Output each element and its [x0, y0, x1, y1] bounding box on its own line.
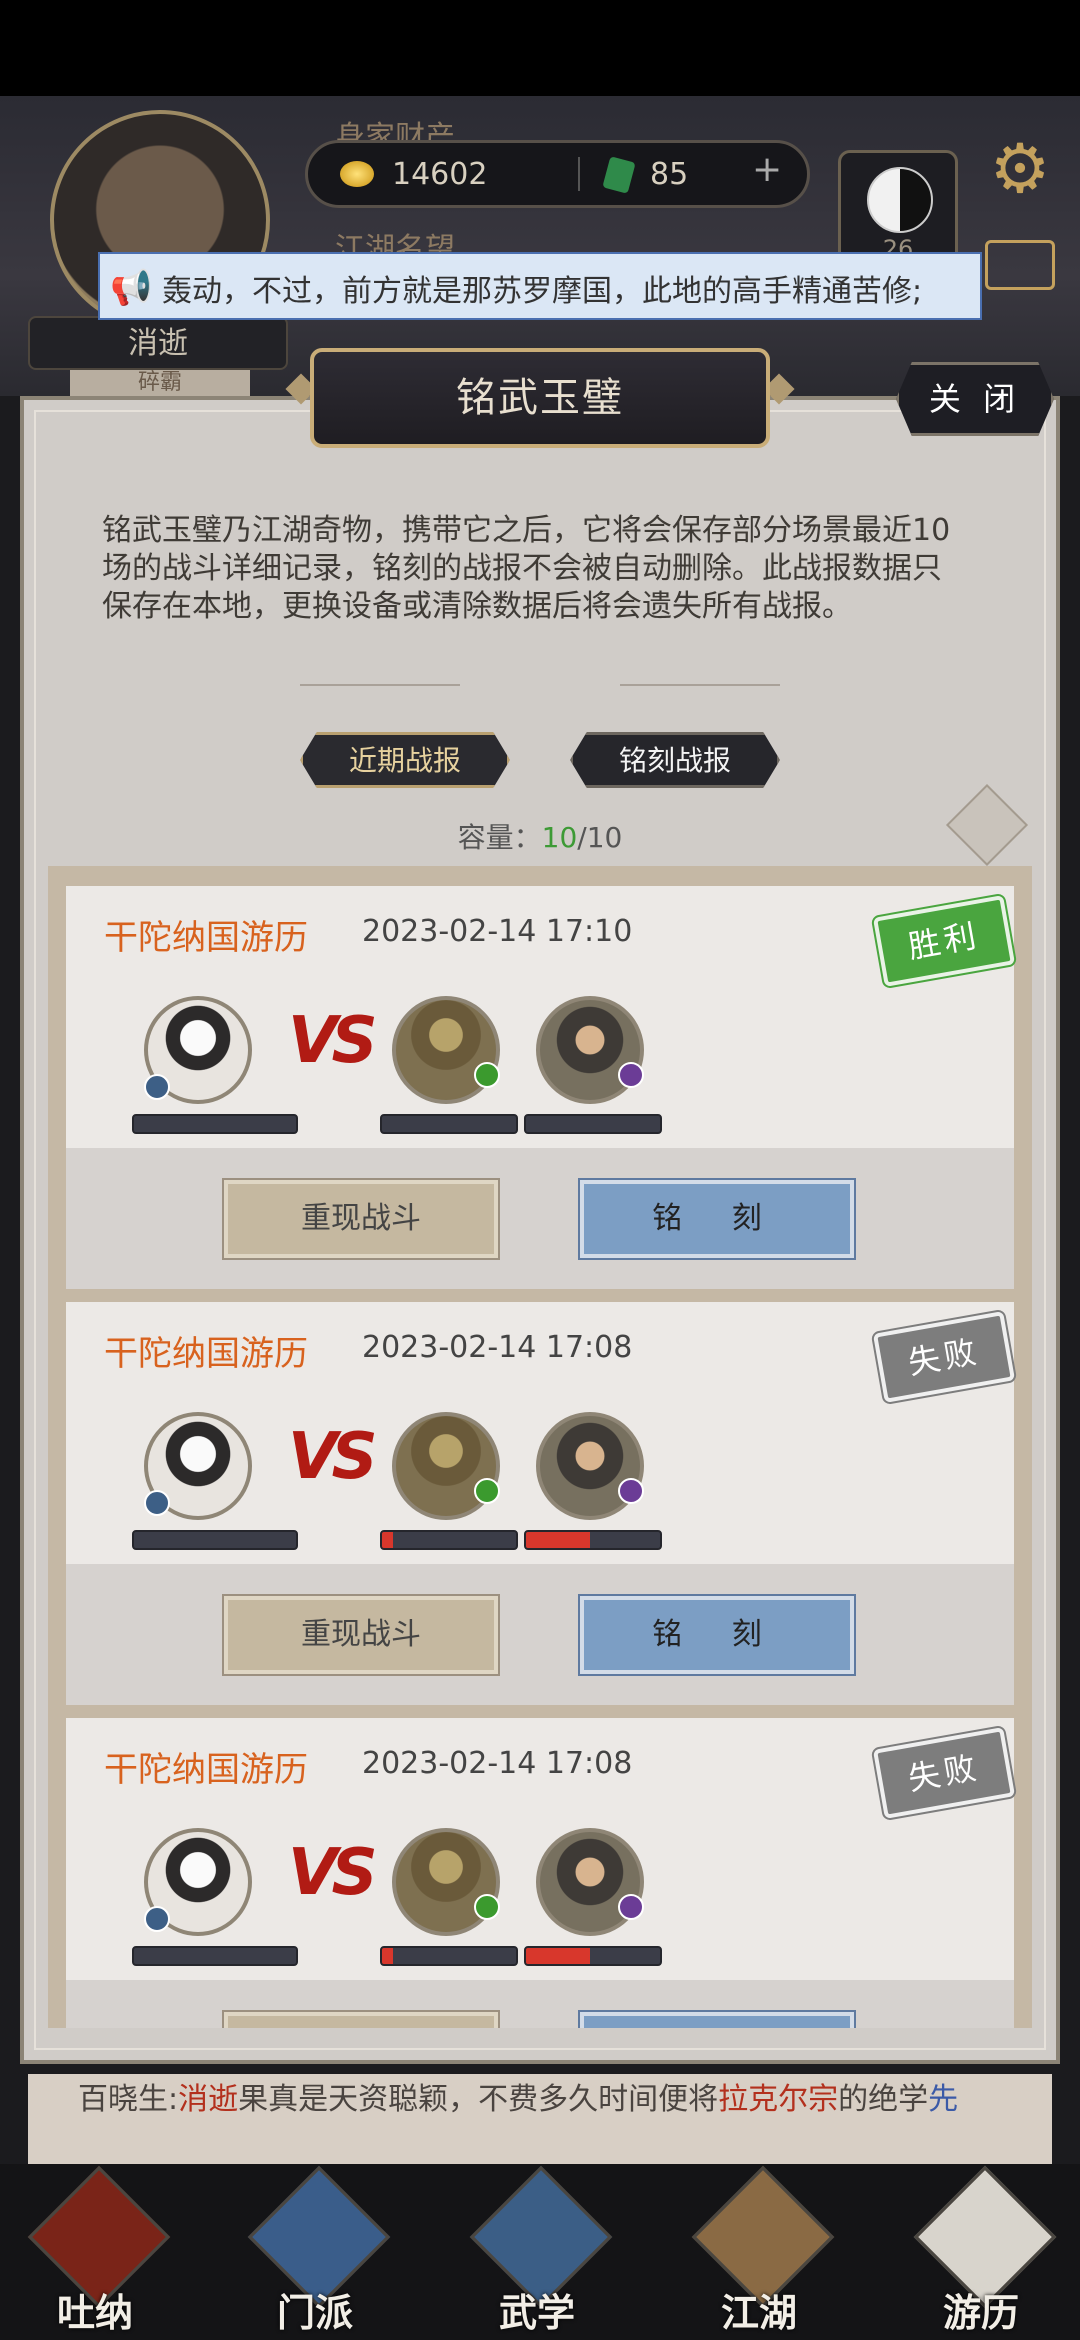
battle-time: 2023-02-14 17:08: [362, 1330, 633, 1365]
marquee-text: 轰动，不过，前方就是那苏罗摩国，此地的高手精通苦修;: [162, 274, 923, 309]
battle-title: 干陀纳国游历: [104, 918, 308, 958]
battle-title: 干陀纳国游历: [104, 1334, 308, 1374]
enemy-hp-fill: [526, 1948, 591, 1964]
nav-item-jianghu[interactable]: 江湖: [684, 2165, 835, 2335]
taiji-icon: [867, 167, 933, 233]
male-icon: [144, 1490, 170, 1516]
wood-element-icon: [474, 1062, 500, 1088]
nav-item-breathing[interactable]: 吐纳: [20, 2165, 171, 2335]
result-stamp: 失败: [872, 1727, 1016, 1819]
wood-element-icon: [474, 1478, 500, 1504]
replay-battle-button[interactable]: 重现战斗: [224, 1596, 498, 1674]
divider-left: [300, 684, 460, 686]
bottom-nav: 吐纳 门派 武学 江湖 游历: [0, 2164, 1080, 2340]
jade-icon: [602, 156, 636, 194]
enemy-hp-bar: [380, 1946, 518, 1966]
player-hp-bar: [132, 1114, 298, 1134]
nav-label: 吐纳: [56, 2291, 133, 2335]
poison-element-icon: [618, 1478, 644, 1504]
enemy-hp-bar: [380, 1114, 518, 1134]
log-name-sect: 拉克尔宗: [718, 2082, 839, 2117]
broadcast-marquee: 📢 轰动，不过，前方就是那苏罗摩国，此地的高手精通苦修;: [98, 252, 982, 320]
dialog-description: 铭武玉璧乃江湖奇物，携带它之后，它将会保存部分场景最近10场的战斗详细记录，铭刻…: [102, 513, 951, 624]
divider-right: [620, 684, 780, 686]
capacity-indicator: 容量：10/10: [0, 816, 1080, 856]
jade-amount: 85: [650, 157, 689, 192]
wealth-panel: 14602 85 +: [305, 140, 810, 208]
engrave-button[interactable]: 铭 刻: [580, 1180, 854, 1258]
battle-card: 干陀纳国游历 2023-02-14 17:08 失败 VS 重现战斗 铭 刻: [66, 1302, 1016, 1705]
poison-element-icon: [618, 1894, 644, 1920]
player-hp-bar: [132, 1946, 298, 1966]
capacity-total: /10: [577, 821, 623, 854]
capacity-used: 10: [541, 821, 578, 854]
megaphone-icon: 📢: [110, 268, 153, 308]
gold-amount: 14602: [392, 157, 488, 192]
enemy-hp-fill: [382, 1948, 393, 1964]
nav-label: 江湖: [720, 2291, 797, 2335]
gold-ingot-icon: [340, 161, 374, 187]
log-text: 果真是天资聪颖，不费多久时间便将: [238, 2082, 719, 2117]
battle-list[interactable]: 干陀纳国游历 2023-02-14 17:10 胜利 VS 重现战斗 铭 刻 干…: [48, 866, 1032, 2028]
battle-time: 2023-02-14 17:08: [362, 1746, 633, 1781]
nav-item-travel[interactable]: 游历: [906, 2165, 1057, 2335]
status-bar: [0, 0, 1080, 96]
battle-card: 干陀纳国游历 2023-02-14 17:08 失败 VS: [66, 1718, 1016, 2028]
battle-card: 干陀纳国游历 2023-02-14 17:10 胜利 VS 重现战斗 铭 刻: [66, 886, 1016, 1289]
capacity-label: 容量：: [457, 821, 542, 854]
card-actions: [66, 1980, 1014, 2028]
vs-label: VS: [288, 1836, 378, 1910]
player-hp-bar: [132, 1530, 298, 1550]
male-icon: [144, 1074, 170, 1100]
battle-time: 2023-02-14 17:10: [362, 914, 633, 949]
vs-label: VS: [288, 1004, 378, 1078]
wood-element-icon: [474, 1894, 500, 1920]
wealth-divider: [578, 157, 580, 191]
close-button[interactable]: 关 闭: [896, 362, 1054, 436]
mail-icon[interactable]: [985, 240, 1055, 290]
enemy-hp-bar: [524, 1114, 662, 1134]
nav-item-martial-arts[interactable]: 武学: [462, 2165, 613, 2335]
result-stamp: 胜利: [872, 895, 1016, 987]
add-currency-icon[interactable]: +: [752, 149, 782, 190]
nav-item-sect[interactable]: 门派: [240, 2165, 391, 2335]
gear-icon[interactable]: ⚙: [985, 135, 1055, 205]
replay-battle-button[interactable]: [224, 2012, 498, 2028]
nav-label: 武学: [498, 2291, 575, 2335]
enemy-hp-fill: [526, 1532, 591, 1548]
nav-label: 门派: [276, 2291, 353, 2335]
log-name-player: 消逝: [178, 2082, 239, 2117]
card-actions: 重现战斗 铭 刻: [66, 1148, 1014, 1289]
log-text-2: 的绝学: [838, 2082, 929, 2117]
log-speaker: 百晓生:: [78, 2082, 179, 2117]
enemy-hp-bar: [380, 1530, 518, 1550]
world-chat-log[interactable]: 百晓生:消逝果真是天资聪颖，不费多久时间便将拉克尔宗的绝学先: [28, 2074, 1052, 2164]
enemy-hp-bar: [524, 1946, 662, 1966]
log-tail: 先: [928, 2082, 959, 2117]
enemy-hp-bar: [524, 1530, 662, 1550]
result-stamp: 失败: [872, 1311, 1016, 1403]
male-icon: [144, 1906, 170, 1932]
battle-title: 干陀纳国游历: [104, 1750, 308, 1790]
enemy-hp-fill: [382, 1532, 393, 1548]
tab-recent-reports[interactable]: 近期战报: [300, 732, 510, 788]
card-actions: 重现战斗 铭 刻: [66, 1564, 1014, 1705]
vs-label: VS: [288, 1420, 378, 1494]
rank-label: 碎霸: [70, 370, 250, 396]
engrave-button[interactable]: [580, 2012, 854, 2028]
player-name: 消逝: [28, 316, 288, 370]
tab-engraved-reports[interactable]: 铭刻战报: [570, 732, 780, 788]
nav-label: 游历: [942, 2291, 1019, 2335]
engrave-button[interactable]: 铭 刻: [580, 1596, 854, 1674]
replay-battle-button[interactable]: 重现战斗: [224, 1180, 498, 1258]
dialog-title: 铭武玉璧: [310, 348, 770, 448]
poison-element-icon: [618, 1062, 644, 1088]
